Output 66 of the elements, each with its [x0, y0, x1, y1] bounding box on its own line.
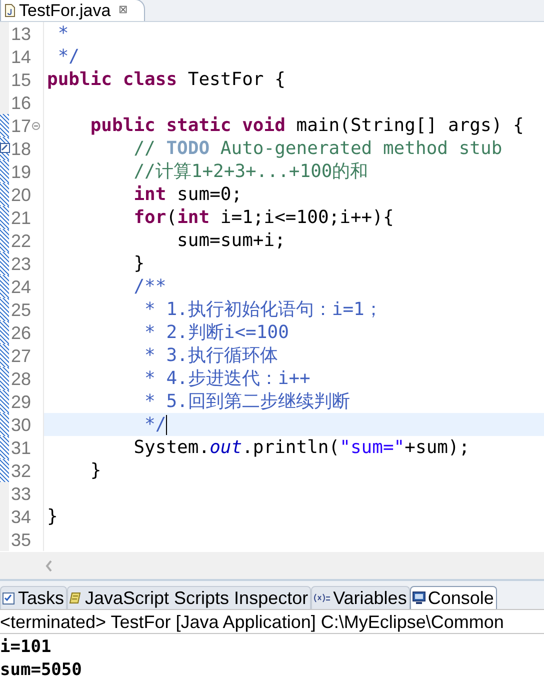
view-tab[interactable]: Tasks [0, 586, 68, 609]
line-number: 13 [11, 24, 32, 42]
line-number: 16 [11, 94, 32, 112]
code-line: public class TestFor { [47, 70, 286, 88]
code-line: //计算1+2+3+...+100的和 [132, 162, 368, 180]
line-number: 28 [11, 370, 32, 388]
clipboard-check-icon [2, 591, 16, 605]
tab-title: TestFor.java [19, 0, 111, 22]
code-line: * 2.判断i<=100 [144, 324, 289, 342]
line-number: 26 [11, 324, 32, 342]
collapse-icon[interactable] [32, 122, 40, 130]
code-line: // TODO Auto-generated method stub [132, 140, 502, 158]
code-line: System.out.println("sum="+sum); [132, 438, 470, 456]
view-tab[interactable]: Console [410, 586, 497, 609]
line-number: 30 [11, 416, 32, 434]
view-tab[interactable]: Variables [311, 586, 410, 609]
tab-label: Variables [333, 589, 407, 607]
chevron-left-icon[interactable] [45, 560, 53, 572]
line-number: 15 [11, 70, 32, 88]
console-output: sum=5050 [0, 659, 83, 682]
tab-label: Tasks [18, 589, 64, 607]
code-line: */ [56, 48, 80, 66]
view-tab[interactable]: JavaScript Scripts Inspector [67, 586, 312, 609]
code-line: } [47, 508, 58, 526]
line-number: 17 [11, 116, 32, 134]
console-output: i=101 [0, 636, 52, 659]
code-line: sum=sum+i; [176, 232, 286, 250]
monitor-icon [412, 591, 426, 605]
close-button[interactable]: ⊠ [118, 2, 128, 19]
text-cursor [166, 414, 168, 434]
line-number: 23 [11, 254, 32, 272]
code-line: /** [132, 278, 166, 296]
code-line: * 1.执行初始化语句：i=1； [144, 300, 382, 318]
console-header: <terminated> TestFor [Java Application] C:\MyEclipse\Common [0, 612, 504, 630]
code-line: */ [144, 416, 166, 434]
line-number: 29 [11, 392, 32, 410]
code-line: } [89, 462, 102, 480]
line-number: 22 [11, 232, 32, 250]
line-number: 21 [11, 208, 32, 226]
code-line: * 4.步进迭代：i++ [144, 370, 310, 388]
code-line: * 3.执行循环体 [144, 346, 278, 364]
line-number: 31 [11, 438, 32, 456]
line-number: 20 [11, 186, 32, 204]
line-number: 19 [11, 162, 32, 180]
line-number: 32 [11, 462, 32, 480]
line-number: 35 [11, 530, 32, 548]
scroll-icon [69, 591, 84, 605]
line-number: 18 [11, 140, 32, 158]
line-number: 25 [11, 300, 32, 318]
horizontal-scrollbar[interactable] [0, 552, 544, 581]
line-number: 14 [11, 48, 32, 66]
line-number: 34 [11, 508, 32, 526]
code-line: * 5.回到第二步继续判断 [144, 392, 350, 410]
file-icon [5, 4, 15, 17]
code-line: public static void main(String[] args) { [89, 116, 524, 134]
variable-icon [313, 592, 332, 604]
tab-label: JavaScript Scripts Inspector [85, 589, 308, 607]
editor-tab[interactable]: TestFor.java ⊠ [0, 0, 145, 21]
tab-label: Console [428, 589, 494, 607]
code-line: int sum=0; [132, 186, 242, 204]
line-number: 33 [11, 484, 32, 502]
line-number: 24 [11, 278, 32, 296]
code-line: for(int i=1;i<=100;i++){ [132, 208, 394, 226]
line-number: 27 [11, 346, 32, 364]
code-line: * [56, 24, 69, 42]
code-line: } [132, 254, 145, 272]
